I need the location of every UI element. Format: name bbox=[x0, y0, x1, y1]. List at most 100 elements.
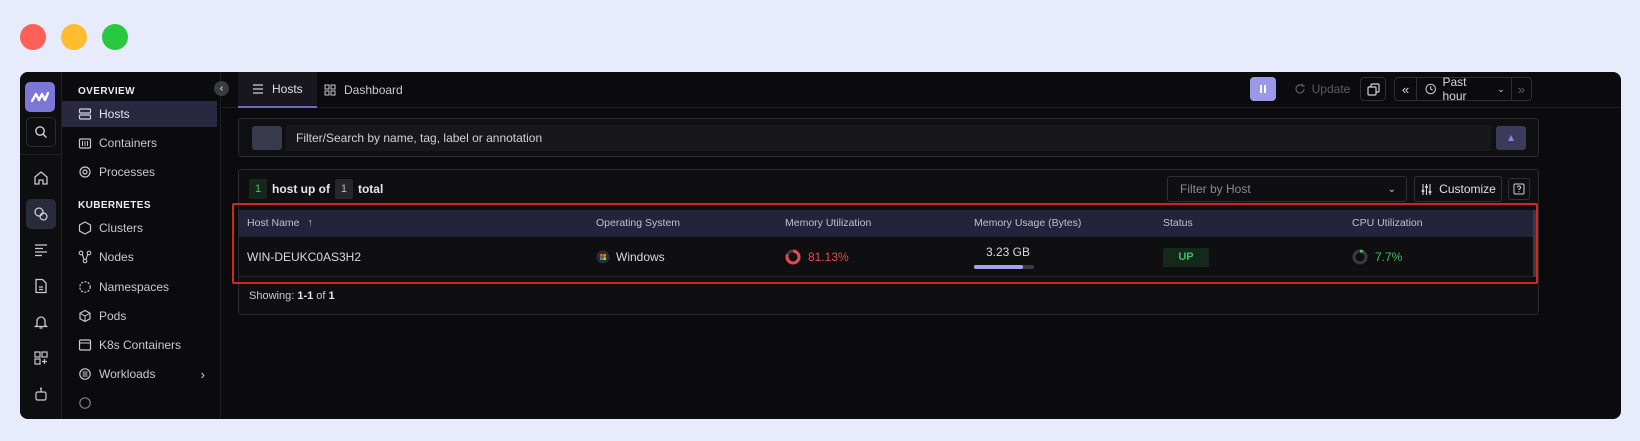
memory-usage-bar-fill bbox=[974, 265, 1023, 269]
logs-icon[interactable] bbox=[26, 235, 56, 265]
cluster-icon bbox=[78, 221, 92, 235]
sidebar-item-more[interactable] bbox=[62, 390, 217, 416]
sidebar-item-workloads[interactable]: Workloads › bbox=[62, 361, 217, 387]
host-name-cell[interactable]: WIN-DEUKC0AS3H2 bbox=[247, 237, 361, 277]
time-range-control: « Past hour ⌄ » bbox=[1394, 75, 1532, 103]
sidebar-item-clusters[interactable]: Clusters bbox=[62, 215, 217, 241]
sidebar-item-hosts[interactable]: Hosts bbox=[62, 101, 217, 127]
more-icon bbox=[79, 397, 91, 409]
filter-bar: Filter/Search by name, tag, label or ann… bbox=[238, 118, 1539, 157]
logo-icon[interactable] bbox=[25, 82, 55, 112]
memory-usage-cell: 3.23 GB bbox=[974, 237, 1034, 277]
host-count-summary: 1 host up of 1 total bbox=[249, 179, 383, 199]
copy-icon bbox=[1366, 82, 1380, 96]
topbar: Hosts Dashboard Update « Past hour ⌄ » bbox=[222, 72, 1621, 108]
memory-utilization-gauge bbox=[785, 249, 801, 265]
table-row[interactable]: WIN-DEUKC0AS3H2 Windows 81.13% 3.23 GB U… bbox=[239, 237, 1534, 277]
search-icon[interactable] bbox=[26, 117, 56, 147]
column-memory-usage[interactable]: Memory Usage (Bytes) bbox=[974, 210, 1081, 237]
sidebar-item-label: Containers bbox=[99, 136, 158, 150]
os-cell: Windows bbox=[596, 237, 665, 277]
window-controls bbox=[20, 24, 128, 50]
app-window: OVERVIEW Hosts Containers Processes KUBE… bbox=[20, 72, 1621, 419]
maximize-window-button[interactable] bbox=[102, 24, 128, 50]
search-input[interactable]: Filter/Search by name, tag, label or ann… bbox=[286, 125, 1491, 151]
icon-rail bbox=[20, 72, 62, 419]
column-host-name[interactable]: Host Name ↑ bbox=[247, 210, 313, 237]
sidebar-item-k8s-containers[interactable]: K8s Containers bbox=[62, 332, 217, 358]
hosts-up-badge: 1 bbox=[249, 179, 267, 199]
status-cell: UP bbox=[1163, 237, 1209, 277]
sidebar-item-label: K8s Containers bbox=[99, 338, 182, 352]
column-cpu-utilization[interactable]: CPU Utilization bbox=[1352, 210, 1423, 237]
sidebar-item-label: Processes bbox=[99, 165, 156, 179]
sparkle-icon bbox=[1508, 135, 1514, 141]
pause-button[interactable] bbox=[1250, 77, 1276, 101]
sidebar-item-namespaces[interactable]: Namespaces bbox=[62, 274, 217, 300]
sidebar-item-processes[interactable]: Processes bbox=[62, 159, 217, 185]
memory-utilization-cell: 81.13% bbox=[785, 237, 849, 277]
sidebar-item-label: Hosts bbox=[99, 107, 130, 121]
sidebar-item-containers[interactable]: Containers bbox=[62, 130, 217, 156]
update-button[interactable]: Update bbox=[1288, 77, 1356, 101]
cpu-utilization-gauge bbox=[1352, 249, 1368, 265]
server-icon bbox=[78, 108, 92, 120]
column-operating-system[interactable]: Operating System bbox=[596, 210, 680, 237]
memory-usage-bar bbox=[974, 265, 1034, 269]
dashboard-add-icon[interactable] bbox=[26, 343, 56, 373]
tab-hosts[interactable]: Hosts bbox=[238, 72, 317, 108]
sidebar-item-pods[interactable]: Pods bbox=[62, 303, 217, 329]
tab-dashboard[interactable]: Dashboard bbox=[324, 72, 403, 108]
chevron-down-icon: ⌄ bbox=[1497, 83, 1505, 94]
hosts-table-panel: 1 host up of 1 total Filter by Host ⌄ Cu… bbox=[238, 169, 1539, 315]
sidebar-item-nodes[interactable]: Nodes bbox=[62, 244, 217, 270]
sidebar: OVERVIEW Hosts Containers Processes KUBE… bbox=[62, 72, 221, 419]
sidebar-item-label: Pods bbox=[99, 309, 127, 323]
namespace-icon bbox=[79, 281, 91, 293]
refresh-icon bbox=[1295, 83, 1305, 94]
time-forward-button[interactable]: » bbox=[1512, 82, 1531, 97]
close-window-button[interactable] bbox=[20, 24, 46, 50]
section-kubernetes: KUBERNETES bbox=[78, 200, 151, 211]
minimize-window-button[interactable] bbox=[61, 24, 87, 50]
sidebar-item-label: Namespaces bbox=[99, 280, 170, 294]
nodes-icon bbox=[78, 250, 92, 264]
infrastructure-icon[interactable] bbox=[26, 199, 56, 229]
list-icon bbox=[253, 84, 263, 94]
pod-icon bbox=[79, 309, 91, 323]
help-button[interactable] bbox=[1508, 178, 1530, 200]
sliders-icon bbox=[1421, 183, 1432, 195]
collapse-sidebar-button[interactable]: ‹ bbox=[214, 81, 229, 96]
container-icon bbox=[78, 138, 92, 149]
k8s-container-icon bbox=[78, 339, 92, 351]
windows-icon bbox=[596, 250, 610, 264]
section-overview: OVERVIEW bbox=[78, 86, 135, 97]
host-filter-select[interactable]: Filter by Host ⌄ bbox=[1167, 176, 1407, 202]
robot-icon[interactable] bbox=[26, 379, 56, 409]
pagination-summary: Showing: 1-1 of 1 bbox=[249, 290, 335, 302]
filter-toggle-button[interactable] bbox=[252, 126, 282, 150]
alert-icon[interactable] bbox=[26, 307, 56, 337]
help-icon bbox=[1513, 183, 1525, 195]
pause-icon bbox=[1260, 85, 1266, 93]
copy-link-button[interactable] bbox=[1360, 77, 1386, 101]
file-icon[interactable] bbox=[26, 271, 56, 301]
sort-asc-icon: ↑ bbox=[307, 217, 313, 229]
customize-button[interactable]: Customize bbox=[1414, 176, 1502, 202]
time-range-select[interactable]: Past hour ⌄ bbox=[1417, 75, 1511, 103]
status-badge: UP bbox=[1163, 247, 1209, 267]
process-icon bbox=[79, 166, 91, 178]
column-status[interactable]: Status bbox=[1163, 210, 1193, 237]
sidebar-item-label: Nodes bbox=[99, 250, 134, 264]
chevron-down-icon: ⌄ bbox=[1387, 183, 1396, 195]
clock-icon bbox=[1425, 83, 1437, 95]
cpu-utilization-cell: 7.7% bbox=[1352, 237, 1402, 277]
time-back-button[interactable]: « bbox=[1395, 82, 1416, 97]
column-memory-utilization[interactable]: Memory Utilization bbox=[785, 210, 871, 237]
workload-icon bbox=[79, 368, 91, 380]
run-query-button[interactable] bbox=[1496, 126, 1526, 150]
chevron-right-icon: › bbox=[200, 366, 205, 382]
sidebar-item-label: Workloads bbox=[99, 367, 156, 381]
home-icon[interactable] bbox=[26, 163, 56, 193]
grid-icon bbox=[324, 84, 336, 96]
